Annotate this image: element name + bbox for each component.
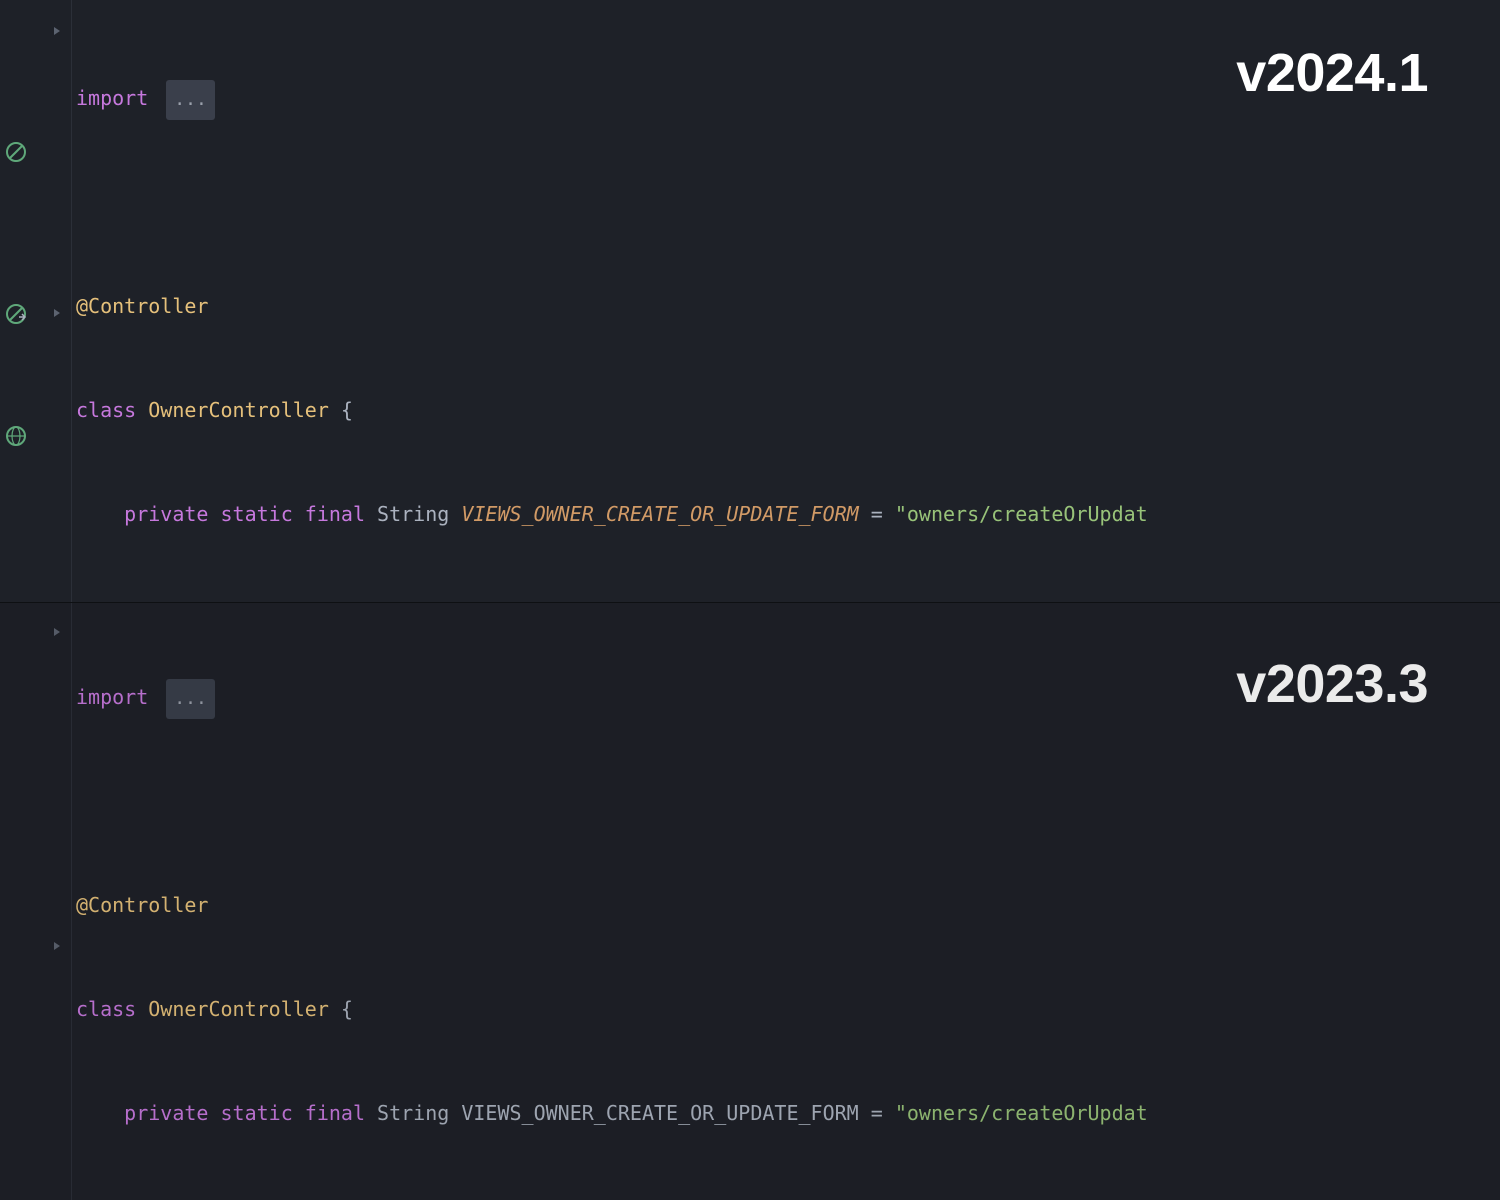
web-endpoint-icon[interactable] xyxy=(4,424,28,448)
gutter-bottom xyxy=(0,603,72,1200)
annotation-controller: @Controller xyxy=(76,294,208,318)
const-form: VIEWS_OWNER_CREATE_OR_UPDATE_FORM xyxy=(461,502,858,526)
classname: OwnerController xyxy=(148,398,329,422)
annotation-controller-b: @Controller xyxy=(76,893,208,917)
version-label-top: v2024.1 xyxy=(1236,30,1428,116)
fold-ellipsis-b[interactable]: ... xyxy=(166,679,215,719)
fold-toggle-ctor-b[interactable] xyxy=(48,937,66,955)
editor-pane-2023: v2023.3 import ... @Controller class Own… xyxy=(0,602,1500,1200)
version-label-bottom: v2023.3 xyxy=(1236,641,1428,727)
fold-toggle-import[interactable] xyxy=(48,22,66,40)
str-form: "owners/createOrUpdat xyxy=(895,502,1148,526)
editor-pane-2024: v2024.1 import ... @Controller class Own… xyxy=(0,0,1500,602)
fold-toggle-import-b[interactable] xyxy=(48,623,66,641)
gutter-top xyxy=(0,0,72,602)
inspection-icon[interactable] xyxy=(4,140,28,164)
kw-class: class xyxy=(76,398,136,422)
kw-import-b: import xyxy=(76,685,148,709)
run-icon[interactable] xyxy=(4,302,28,326)
field-mods: private static final xyxy=(124,502,365,526)
kw-import: import xyxy=(76,86,148,110)
fold-ellipsis[interactable]: ... xyxy=(166,80,215,120)
fold-toggle-ctor[interactable] xyxy=(48,304,66,322)
